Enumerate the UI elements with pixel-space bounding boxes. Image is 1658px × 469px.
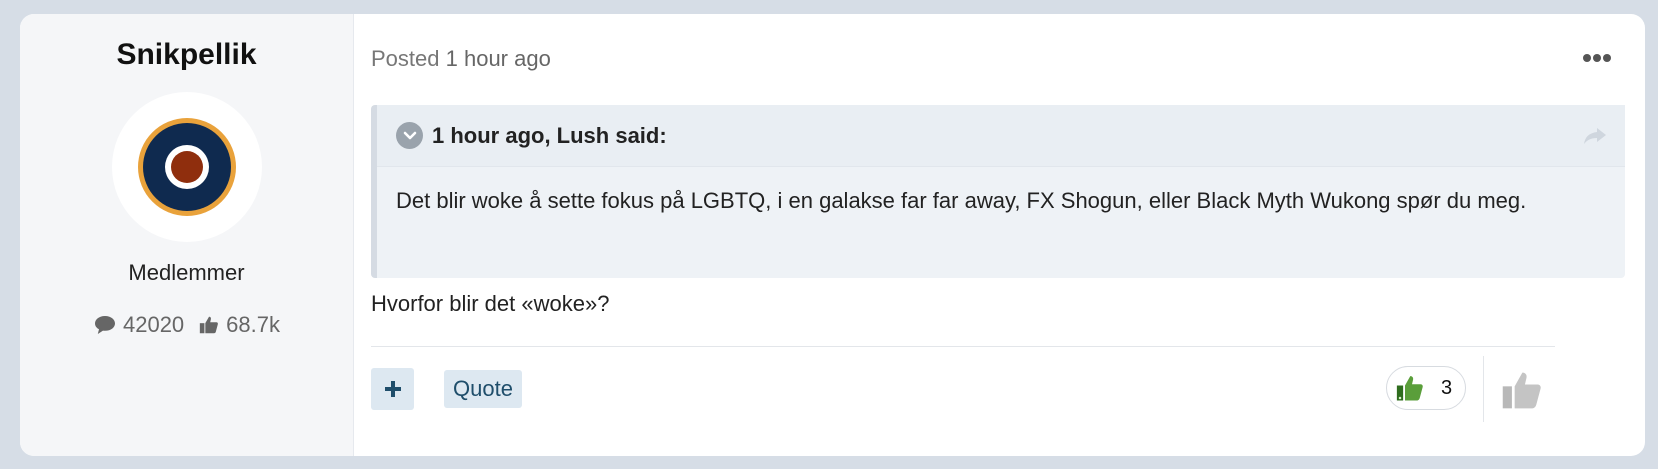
thumbs-up-icon	[1396, 376, 1423, 401]
quote-citation: 1 hour ago, Lush said:	[432, 122, 667, 148]
post-content: Posted 1 hour ago 1 hour ago, Lush said:	[354, 14, 1645, 456]
comment-icon	[94, 316, 115, 334]
author-group: Medlemmer	[128, 260, 245, 285]
reaction-count: 3	[1441, 376, 1453, 399]
react-button[interactable]	[1500, 368, 1544, 417]
chevron-down-icon[interactable]	[396, 122, 423, 149]
reputation-value: 68.7k	[226, 312, 280, 337]
divider	[1483, 356, 1484, 422]
posted-label: Posted	[371, 46, 440, 71]
reputation: 68.7k	[198, 312, 280, 338]
author-panel: Snikpellik Medlemmer 42020 68.7k	[20, 14, 354, 456]
quote-button[interactable]: Quote	[444, 370, 522, 408]
post-body: Hvorfor blir det «woke»?	[371, 291, 610, 316]
divider	[371, 346, 1555, 347]
author-stats: 42020 68.7k	[93, 312, 280, 338]
avatar[interactable]	[111, 92, 262, 242]
author-name[interactable]: Snikpellik	[116, 38, 256, 72]
thumbs-up-icon	[200, 316, 219, 334]
thumbs-up-icon	[1502, 372, 1541, 409]
post-count: 42020	[93, 312, 184, 338]
roundel-avatar-image	[137, 118, 236, 216]
quote-header: 1 hour ago, Lush said:	[377, 105, 1625, 167]
plus-icon	[384, 381, 401, 397]
more-icon[interactable]	[1583, 50, 1611, 68]
quote-block: 1 hour ago, Lush said: Det blir woke å s…	[371, 105, 1625, 278]
forum-post: Snikpellik Medlemmer 42020 68.7k Posted …	[20, 14, 1645, 456]
share-icon[interactable]	[1583, 127, 1607, 150]
quote-body: Det blir woke å sette fokus på LGBTQ, i …	[396, 188, 1527, 213]
post-meta: Posted 1 hour ago	[371, 46, 551, 72]
post-count-value: 42020	[122, 312, 185, 337]
multiquote-button[interactable]	[371, 368, 414, 410]
posted-time[interactable]: 1 hour ago	[446, 46, 551, 71]
reaction-summary[interactable]: 3	[1386, 366, 1466, 410]
